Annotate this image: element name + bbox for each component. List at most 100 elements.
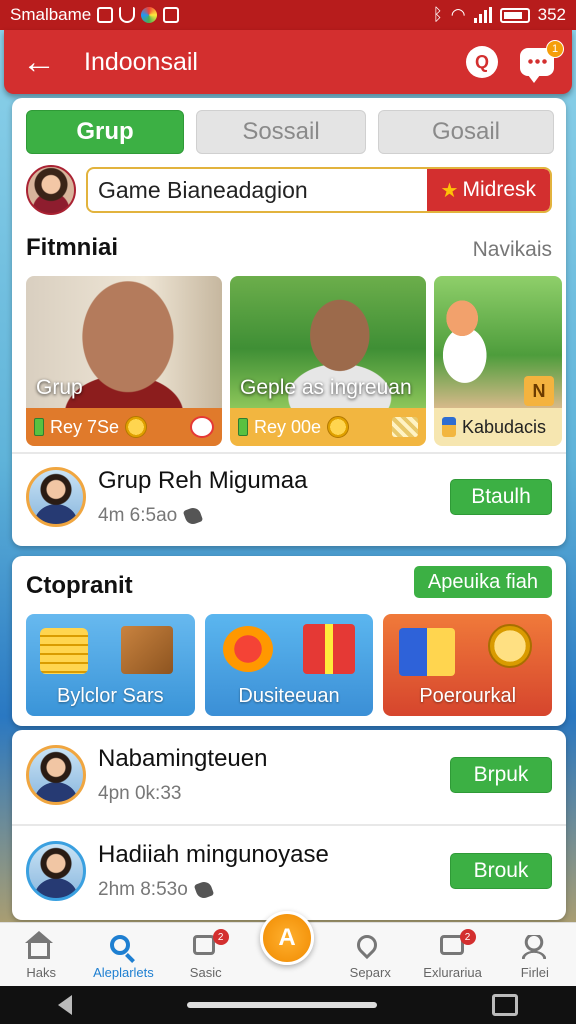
row-time-label: 4m 6:5ao [98, 505, 178, 526]
nav-item-home[interactable]: Haks [0, 923, 82, 986]
back-arrow-icon[interactable]: ← [22, 45, 58, 79]
battery-icon [499, 7, 530, 23]
reward-tile[interactable]: Bylclor Sars [26, 614, 195, 716]
row-time: 4pn 0k:33 [98, 783, 450, 805]
card-footer: Rey 7Se [26, 408, 222, 446]
row-time: 4m 6:5ao [98, 505, 450, 527]
chat-icon[interactable]: 1 [520, 40, 564, 83]
row-time: 2hm 8:53o [98, 879, 450, 901]
nav-icon [521, 935, 548, 959]
card-caption: Geple as ingreuan [240, 376, 412, 399]
pocket-icon [119, 7, 136, 23]
list-card: Nabamingteuen 4pn 0k:33 Brpuk Hadiiah mi… [12, 730, 566, 920]
row-action-button[interactable]: Brpuk [450, 757, 552, 793]
reward-label: Poerourkal [419, 685, 517, 707]
rewards-card: Ctopranit Apeuika fiah Bylclor Sars Dusi… [12, 556, 566, 726]
divider [12, 824, 566, 826]
featured-link[interactable]: Navikais [473, 238, 552, 262]
card-footer-label: Kabudacis [462, 416, 547, 437]
rewards-title: Ctopranit [26, 572, 133, 599]
reward-label: Dusiteeuan [238, 685, 340, 707]
search-button-label: Midresk [462, 178, 536, 201]
system-back-icon[interactable] [57, 995, 72, 1015]
avatar [26, 841, 86, 901]
bluetooth-icon: ᛒ [432, 5, 443, 24]
coin-bag-icon [222, 626, 273, 672]
location-pin-icon [353, 930, 382, 960]
battery-small-icon [34, 418, 44, 436]
home-icon [25, 931, 54, 959]
carrier-label: Smalbame [10, 5, 92, 24]
tab-sossail[interactable]: Sossail [196, 110, 366, 154]
card-caption: Grup [36, 376, 83, 399]
list-item[interactable]: Grup Reh Migumaa 4m 6:5ao Btaulh [12, 454, 566, 540]
nav-badge: 2 [459, 929, 476, 945]
avatar[interactable] [26, 165, 76, 215]
row-text: Nabamingteuen 4pn 0k:33 [98, 745, 450, 805]
row-name: Hadiiah mingunoyase [98, 841, 329, 868]
row-name: Nabamingteuen [98, 745, 268, 772]
box-icon [392, 417, 418, 437]
row-action-button[interactable]: Btaulh [450, 479, 552, 515]
reward-tile[interactable]: Dusiteeuan [204, 614, 374, 716]
nav-item-messages[interactable]: 2 Exlurariua [411, 923, 493, 986]
clock: 352 [537, 5, 566, 24]
chat-badge: 1 [546, 40, 564, 58]
featured-card[interactable]: Grup Rey 7Se [26, 276, 222, 446]
card-footer-label: Rey 7Se [50, 416, 120, 437]
wifi-icon: ◠ [450, 5, 466, 24]
featured-carousel: Grup Rey 7Se Geple as ingreuan Rey 00e N [26, 276, 566, 446]
nav-label: Aleplarlets [93, 965, 154, 980]
row-time-label: 2hm 8:53o [98, 879, 188, 900]
search-input[interactable] [88, 169, 427, 211]
rewards-list: Bylclor Sars Dusiteeuan Poerourkal [26, 614, 553, 716]
rewards-action-button[interactable]: Apeuika fiah [413, 566, 552, 598]
reward-tile[interactable]: Poerourkal [383, 614, 553, 716]
sim-icon [97, 7, 114, 23]
avatar [26, 467, 86, 527]
nav-icon [25, 931, 54, 959]
featured-card[interactable]: Geple as ingreuan Rey 00e [230, 276, 426, 446]
list-item[interactable]: Hadiiah mingunoyase 2hm 8:53o Brouk [12, 828, 566, 914]
nav-item-profile[interactable]: Firlei [494, 923, 576, 986]
nav-icon [353, 930, 383, 960]
system-home-bar[interactable] [186, 1002, 377, 1008]
row-text: Hadiiah mingunoyase 2hm 8:53o [98, 841, 450, 901]
nav-item-explore[interactable]: Aleplarlets [82, 923, 164, 986]
featured-card[interactable]: N Kabudacis [434, 276, 562, 446]
card-footer: Kabudacis [434, 408, 562, 446]
main-card: Grup Sossail Gosail ★ Midresk Fitmniai N… [12, 98, 566, 546]
row-name: Grup Reh Migumaa [98, 467, 308, 494]
reward-label: Bylclor Sars [56, 685, 164, 707]
tab-gosail[interactable]: Gosail [378, 110, 554, 154]
like-icon[interactable] [182, 505, 204, 527]
avatar [26, 745, 86, 805]
search-bubble-icon[interactable]: Q [466, 46, 498, 78]
crate-icon [120, 626, 173, 674]
chat-dots [527, 59, 547, 64]
system-nav-bar [0, 986, 576, 1024]
nav-item-separx[interactable]: Separx [329, 923, 411, 986]
search-button[interactable]: ★ Midresk [426, 169, 550, 211]
signal-icon [473, 7, 492, 23]
search-row: ★ Midresk [26, 164, 552, 216]
system-recents-icon[interactable] [492, 994, 519, 1016]
list-item[interactable]: Nabamingteuen 4pn 0k:33 Brpuk [12, 732, 566, 818]
page-title: Indoonsail [84, 47, 198, 76]
nav-label: Exlurariua [423, 965, 482, 980]
tab-bar: Grup Sossail Gosail [26, 110, 554, 154]
tab-grup[interactable]: Grup [26, 110, 184, 154]
pill-icon [190, 416, 214, 438]
row-action-button[interactable]: Brouk [450, 853, 552, 889]
nav-label: Haks [26, 965, 56, 980]
nav-label: Firlei [520, 965, 549, 980]
nav-item-sasic[interactable]: 2 Sasic [165, 923, 247, 986]
camera-icon [163, 7, 180, 23]
battery-small-icon [238, 418, 248, 436]
like-icon[interactable] [193, 879, 215, 901]
nav-label: Sasic [189, 965, 222, 980]
center-action-button[interactable]: A [260, 911, 314, 965]
bottom-nav: Haks Aleplarlets 2 Sasic Separx 2 Exlura… [0, 911, 576, 986]
gift-icon [303, 624, 356, 674]
coin-icon [327, 416, 350, 438]
